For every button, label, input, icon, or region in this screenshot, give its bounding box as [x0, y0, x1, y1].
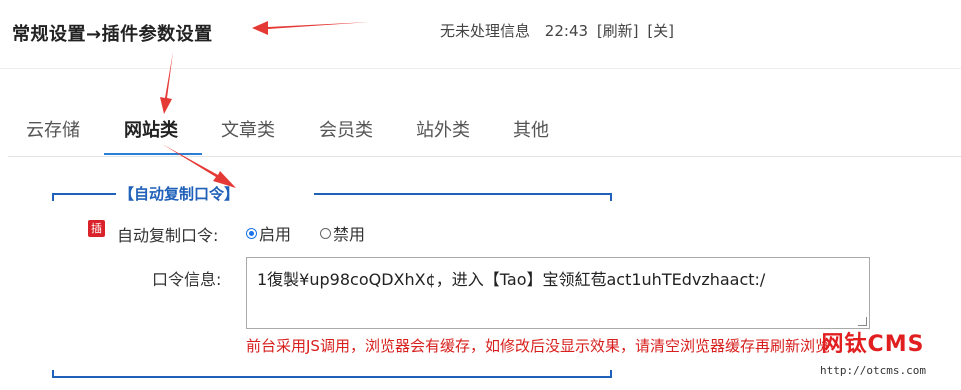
password-info-label: 口令信息:	[152, 270, 222, 289]
clock-time: 22:43	[544, 22, 589, 40]
radio-checked-icon[interactable]	[246, 228, 257, 239]
page-title: 常规设置→插件参数设置	[12, 24, 213, 45]
watermark-logo: 网钛CMS	[821, 332, 925, 357]
radio-enable-label: 启用	[259, 225, 292, 244]
resize-grip-icon[interactable]	[858, 317, 867, 326]
fieldset-top-left-border	[52, 193, 116, 195]
tab-website[interactable]: 网站类	[124, 116, 178, 142]
close-link[interactable]: [关]	[647, 22, 674, 40]
annotation-arrow-icon	[252, 21, 370, 35]
radio-disable-label: 禁用	[333, 225, 366, 244]
radio-enable[interactable]: 启用	[246, 221, 291, 245]
fieldset-corner	[52, 193, 54, 201]
fieldset-bottom-border	[52, 376, 612, 378]
tab-cloud-storage[interactable]: 云存储	[26, 116, 80, 142]
plugin-badge-icon: 插	[88, 220, 105, 237]
status-message: 无未处理信息	[440, 22, 531, 40]
fieldset-corner	[610, 370, 612, 378]
tab-member[interactable]: 会员类	[319, 116, 373, 142]
tab-other[interactable]: 其他	[513, 116, 549, 142]
password-info-textarea[interactable]: 1復製¥up98coQDXhX¢，进入【Tao】宝领紅苞act1uhTEdvzh…	[246, 257, 870, 329]
status-bar: 无未处理信息 22:43 [刷新] [关]	[440, 20, 684, 41]
tab-external[interactable]: 站外类	[416, 116, 470, 142]
tab-article[interactable]: 文章类	[221, 116, 275, 142]
auto-copy-label: 自动复制口令:	[117, 226, 219, 245]
radio-unchecked-icon[interactable]	[320, 228, 331, 239]
fieldset-top-right-border	[314, 193, 612, 195]
annotation-arrow-icon	[160, 52, 173, 114]
refresh-link[interactable]: [刷新]	[597, 22, 639, 40]
fieldset-corner	[52, 370, 54, 378]
watermark-url: http://otcms.com	[820, 364, 926, 377]
page-header: 常规设置→插件参数设置 无未处理信息 22:43 [刷新] [关]	[0, 0, 961, 69]
fieldset-corner	[610, 193, 612, 201]
radio-disable[interactable]: 禁用	[320, 221, 365, 245]
password-info-value: 1復製¥up98coQDXhX¢，进入【Tao】宝领紅苞act1uhTEdvzh…	[257, 270, 766, 289]
otcms-watermark: 网钛CMS http://otcms.com	[793, 326, 953, 386]
settings-tabs: 云存储 网站类 文章类 会员类 站外类 其他	[8, 104, 961, 157]
cache-hint: 前台采用JS调用，浏览器会有缓存，如修改后没显示效果，请清空浏览器缓存再刷新浏览	[246, 337, 830, 355]
annotation-arrow-icon	[162, 144, 236, 188]
